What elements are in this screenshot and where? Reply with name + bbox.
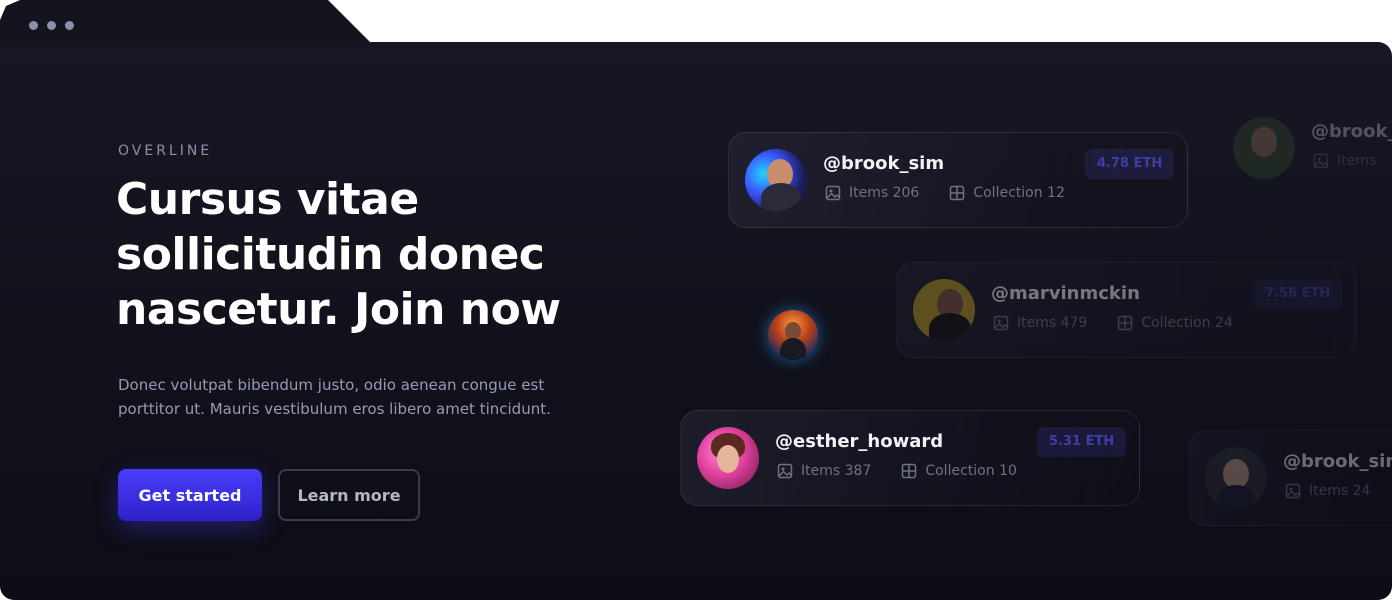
items-label: Items 479 bbox=[1017, 315, 1088, 331]
collection-label: Collection 24 bbox=[1141, 315, 1233, 331]
profile-card-ghost-top[interactable]: @brook_ Items bbox=[1216, 100, 1392, 196]
card-meta: Items 387 Collection 10 bbox=[777, 463, 1017, 479]
profile-card-brook-sim[interactable]: @brook_sim Items 206 Collection 12 4.78 … bbox=[728, 132, 1188, 228]
card-meta: Items 206 Collection 12 bbox=[825, 185, 1065, 201]
items-count: Items 387 bbox=[777, 463, 871, 479]
floating-avatar bbox=[768, 310, 818, 360]
hero-window: OVERLINE Cursus vitae sollicitudin donec… bbox=[0, 42, 1392, 600]
items-label: Items bbox=[1337, 153, 1377, 169]
items-count: Items 24 bbox=[1285, 483, 1370, 499]
hero-description: Donec volutpat bibendum justo, odio aene… bbox=[118, 373, 588, 421]
overline-text: OVERLINE bbox=[118, 143, 213, 159]
image-icon bbox=[1313, 153, 1329, 169]
avatar-ghost-top bbox=[1233, 117, 1295, 179]
description-line-1: Donec volutpat bibendum justo, odio aene… bbox=[118, 376, 545, 394]
collection-count: Collection 24 bbox=[1117, 315, 1233, 331]
window-menu-dots-icon[interactable] bbox=[29, 21, 74, 30]
items-label: Items 24 bbox=[1309, 483, 1371, 499]
get-started-button[interactable]: Get started bbox=[118, 469, 262, 521]
card-handle[interactable]: @brook_ bbox=[1311, 121, 1392, 142]
collection-label: Collection 12 bbox=[973, 185, 1065, 201]
card-handle[interactable]: @esther_howard bbox=[775, 431, 943, 452]
avatar-brook-sim bbox=[745, 149, 807, 211]
learn-more-button[interactable]: Learn more bbox=[278, 469, 420, 521]
profile-card-marvinmckin[interactable]: @marvinmckin Items 479 Collection 24 7.5… bbox=[896, 262, 1356, 358]
card-handle[interactable]: @brook_sim bbox=[823, 153, 944, 174]
card-meta: Items 24 bbox=[1285, 483, 1370, 499]
grid-icon bbox=[1118, 315, 1133, 331]
image-icon bbox=[993, 315, 1009, 331]
image-icon bbox=[1285, 483, 1301, 499]
card-meta: Items bbox=[1313, 153, 1376, 169]
avatar-esther-howard bbox=[697, 427, 759, 489]
headline-line-2: sollicitudin donec bbox=[116, 229, 545, 280]
image-icon bbox=[777, 463, 793, 479]
avatar-ghost-bottom bbox=[1205, 447, 1267, 509]
collection-count: Collection 12 bbox=[949, 185, 1065, 201]
items-count: Items 206 bbox=[825, 185, 919, 201]
profile-card-esther-howard[interactable]: @esther_howard Items 387 Collection 10 5… bbox=[680, 410, 1140, 506]
grid-icon bbox=[902, 463, 917, 479]
headline-line-1: Cursus vitae bbox=[116, 174, 419, 225]
profile-card-ghost-bottom[interactable]: @brook_sim Items 24 bbox=[1188, 430, 1392, 526]
hero-headline: Cursus vitae sollicitudin donec nascetur… bbox=[116, 172, 636, 337]
collection-label: Collection 10 bbox=[925, 463, 1017, 479]
items-count: Items bbox=[1313, 153, 1376, 169]
avatar-marvinmckin bbox=[913, 279, 975, 341]
price-badge: 5.31 ETH bbox=[1037, 427, 1127, 457]
description-line-2: porttitor ut. Mauris vestibulum eros lib… bbox=[118, 400, 551, 418]
grid-icon bbox=[950, 185, 965, 201]
price-badge: 4.78 ETH bbox=[1085, 149, 1175, 179]
collection-count: Collection 10 bbox=[901, 463, 1017, 479]
card-handle[interactable]: @brook_sim bbox=[1283, 451, 1392, 472]
items-label: Items 206 bbox=[849, 185, 920, 201]
card-meta: Items 479 Collection 24 bbox=[993, 315, 1233, 331]
items-count: Items 479 bbox=[993, 315, 1087, 331]
image-icon bbox=[825, 185, 841, 201]
price-badge: 7.56 ETH bbox=[1253, 279, 1343, 309]
headline-line-3: nascetur. Join now bbox=[116, 284, 561, 335]
items-label: Items 387 bbox=[801, 463, 872, 479]
card-handle[interactable]: @marvinmckin bbox=[991, 283, 1140, 304]
